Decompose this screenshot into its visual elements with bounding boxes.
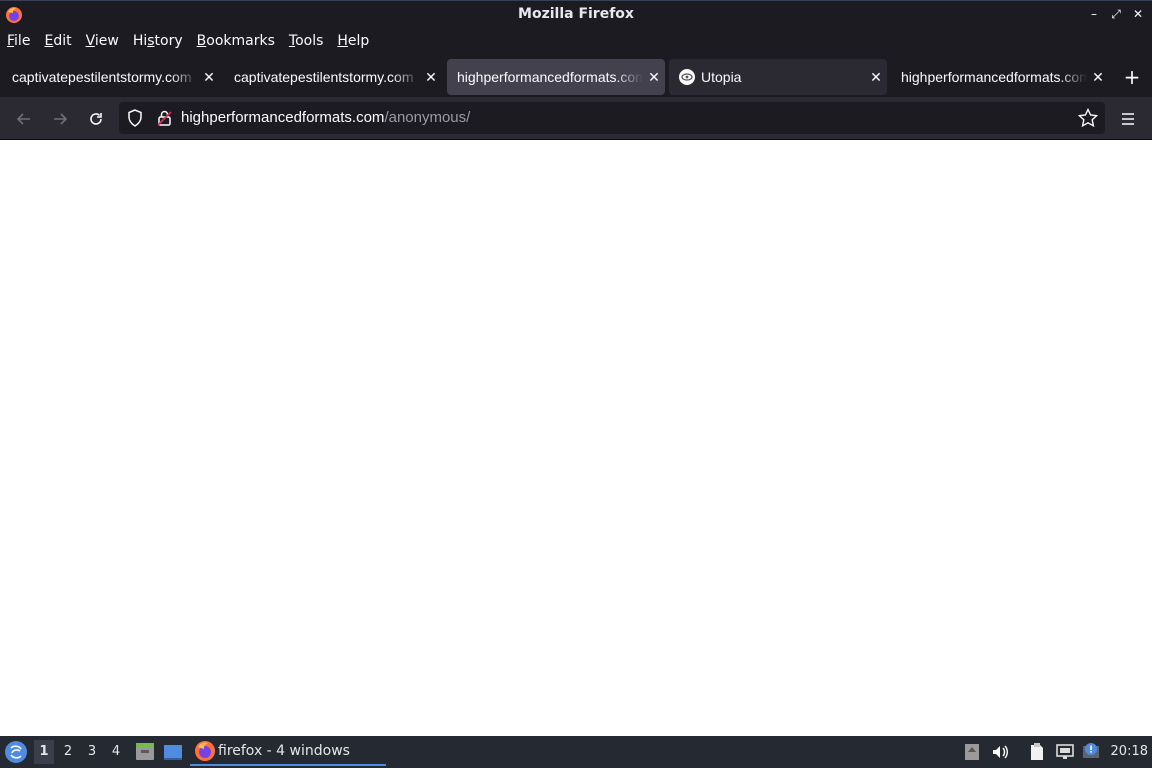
volume-icon[interactable]: [990, 742, 1010, 762]
url-text[interactable]: highperformancedformats.com/anonymous/: [181, 109, 470, 126]
arrow-left-icon: [16, 113, 30, 125]
reload-button[interactable]: [82, 105, 110, 133]
menu-bar: File Edit View History Bookmarks Tools Help: [0, 28, 1152, 54]
tab-3[interactable]: highperformancedformats.com ✕: [447, 59, 665, 95]
workspace-4[interactable]: 4: [106, 740, 126, 764]
clock[interactable]: 20:18: [1111, 744, 1148, 759]
tracking-protection-shield-icon[interactable]: [125, 108, 145, 128]
insecure-lock-icon[interactable]: [155, 108, 175, 128]
back-button[interactable]: [10, 105, 38, 133]
tab-label: captivatepestilentstormy.com: [234, 69, 414, 85]
navigation-toolbar: highperformancedformats.com/anonymous/: [0, 97, 1152, 140]
reload-icon: [90, 113, 102, 125]
forward-button[interactable]: [46, 105, 74, 133]
tab-close-icon[interactable]: ✕: [643, 69, 665, 86]
window-titlebar: Mozilla Firefox – ⤢ ✕: [0, 0, 1152, 28]
menu-item-tools[interactable]: Tools: [289, 33, 324, 49]
tab-2[interactable]: captivatepestilentstormy.com ✕: [224, 59, 442, 95]
utopia-favicon-icon: [679, 69, 695, 85]
menu-item-history[interactable]: History: [133, 33, 183, 49]
start-menu-icon[interactable]: [4, 740, 28, 764]
page-content-area[interactable]: [0, 140, 1152, 736]
hamburger-menu-icon: [1122, 113, 1134, 125]
close-window-button[interactable]: ✕: [1132, 5, 1144, 23]
workspace-1[interactable]: 1: [34, 740, 54, 764]
file-manager-icon[interactable]: [134, 741, 156, 763]
tab-5[interactable]: highperformancedformats.com ✕: [891, 59, 1109, 95]
bookmark-star-icon[interactable]: [1077, 107, 1099, 129]
arrow-right-icon: [54, 113, 68, 125]
workspace-2[interactable]: 2: [58, 740, 78, 764]
menu-item-view[interactable]: View: [86, 33, 119, 49]
tab-close-icon[interactable]: ✕: [420, 69, 442, 86]
url-path: /anonymous/: [384, 109, 471, 126]
tab-label: Utopia: [701, 69, 742, 85]
network-icon[interactable]: [1055, 742, 1075, 762]
tab-close-icon[interactable]: ✕: [865, 69, 887, 86]
desktop-icon[interactable]: [162, 741, 184, 763]
menu-item-help[interactable]: Help: [337, 33, 369, 49]
tab-label: highperformancedformats.com: [901, 69, 1087, 85]
tab-close-icon[interactable]: ✕: [198, 69, 220, 86]
tab-1[interactable]: captivatepestilentstormy.com ✕: [2, 59, 220, 95]
maximize-button[interactable]: ⤢: [1110, 5, 1122, 23]
clipboard-icon[interactable]: [1027, 742, 1047, 762]
app-menu-button[interactable]: [1114, 105, 1142, 133]
address-bar[interactable]: highperformancedformats.com/anonymous/: [119, 102, 1105, 134]
window-title: Mozilla Firefox: [518, 6, 634, 22]
tab-close-icon[interactable]: ✕: [1087, 69, 1109, 86]
task-label: firefox - 4 windows: [218, 743, 350, 759]
taskbar-firefox-task[interactable]: firefox - 4 windows: [190, 738, 386, 766]
menu-item-bookmarks[interactable]: Bookmarks: [197, 33, 275, 49]
workspace-3[interactable]: 3: [82, 740, 102, 764]
updates-tray-icon[interactable]: [962, 742, 982, 762]
taskbar: firefox - 4 windows 20:18 1234: [0, 736, 1152, 768]
tab-label: highperformancedformats.com: [457, 69, 643, 85]
tab-label: captivatepestilentstormy.com: [12, 69, 192, 85]
tab-4[interactable]: Utopia ✕: [669, 59, 887, 95]
minimize-button[interactable]: –: [1088, 5, 1100, 23]
new-tab-button[interactable]: +: [1120, 65, 1144, 89]
url-host: highperformancedformats.com: [181, 109, 385, 126]
menu-item-file[interactable]: File: [7, 33, 30, 49]
firefox-icon: [195, 741, 215, 761]
tab-bar: + captivatepestilentstormy.com ✕ captivate…: [0, 57, 1152, 97]
menu-item-edit[interactable]: Edit: [44, 33, 71, 49]
notification-icon[interactable]: [1081, 742, 1101, 762]
